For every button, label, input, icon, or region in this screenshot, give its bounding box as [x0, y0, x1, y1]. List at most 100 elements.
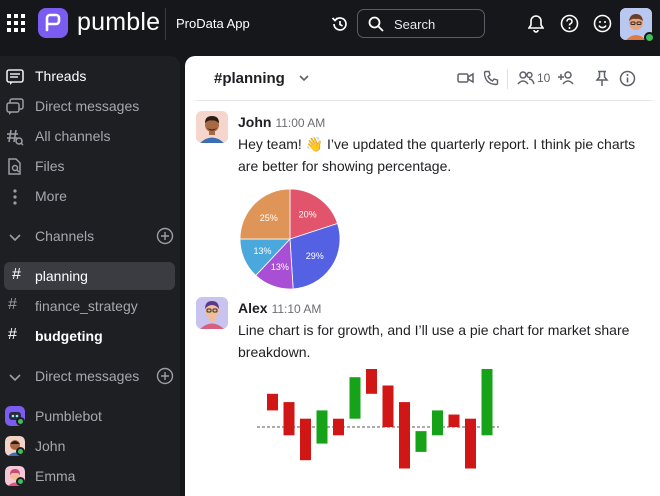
candle	[432, 410, 443, 436]
message-text: Hey team! 👋 I’ve updated the quarterly r…	[238, 136, 636, 174]
candle	[399, 402, 410, 469]
sidebar-item-more[interactable]: More	[0, 182, 180, 210]
channel-view: #planning 10 John 11:00 AM Hey team! 👋 I…	[185, 56, 660, 496]
author-name: John	[238, 114, 272, 130]
app-grid-icon[interactable]	[7, 14, 25, 32]
sidebar-item-all-channels[interactable]: All channels	[0, 122, 180, 150]
channels-section-header[interactable]: Channels	[0, 222, 180, 250]
add-member-icon[interactable]	[558, 70, 576, 86]
candle	[333, 418, 344, 436]
message-author[interactable]: Alex 11:10 AM	[238, 300, 321, 316]
files-icon	[8, 158, 21, 175]
top-bar: pumble ProData App Search	[0, 0, 660, 48]
dm-item-emma[interactable]: Emma	[0, 462, 180, 490]
channel-item-label: planning	[35, 268, 88, 284]
pie-chart: 20% 29% 13%13% 25%	[239, 188, 341, 290]
presence-online-dot	[644, 32, 655, 43]
chevron-down-icon[interactable]	[298, 73, 310, 83]
candle	[481, 368, 493, 436]
members-icon[interactable]	[517, 70, 535, 86]
channel-item-budgeting[interactable]: # budgeting	[0, 322, 180, 350]
candlestick-chart-attachment[interactable]	[255, 368, 505, 496]
candle	[415, 431, 427, 452]
emoji-status-icon[interactable]	[593, 14, 612, 33]
sidebar-item-label: Threads	[35, 68, 87, 84]
candle	[448, 414, 460, 427]
pie-slice-label: 25%	[260, 213, 278, 223]
channel-item-finance-strategy[interactable]: # finance_strategy	[0, 292, 180, 320]
sidebar: Threads Direct messages All channels Fil…	[0, 56, 180, 496]
user-avatar[interactable]	[620, 8, 655, 43]
channel-title-text: planning	[222, 70, 285, 87]
channels-section-label: Channels	[35, 228, 95, 244]
direct-messages-icon	[6, 98, 24, 115]
pin-icon[interactable]	[595, 70, 609, 87]
presence-online-dot	[16, 417, 25, 426]
pie-slice-label: 13%	[253, 246, 271, 256]
help-icon[interactable]	[560, 14, 579, 33]
channel-hash-icon: #	[12, 266, 21, 283]
dm-item-label: John	[35, 438, 66, 454]
search-placeholder: Search	[394, 17, 436, 32]
more-icon	[13, 189, 17, 205]
presence-online-dot	[16, 477, 25, 486]
workspace-name[interactable]: ProData App	[176, 16, 250, 31]
message-timestamp: 11:00 AM	[275, 116, 326, 130]
pie-slice-label: 20%	[299, 210, 317, 220]
sidebar-item-direct-messages[interactable]: Direct messages	[0, 92, 180, 120]
candle	[300, 418, 311, 461]
candle	[366, 368, 377, 394]
dm-item-label: Emma	[35, 468, 76, 484]
sidebar-item-label: Direct messages	[35, 98, 140, 114]
phone-call-icon[interactable]	[483, 70, 499, 86]
all-channels-icon	[7, 129, 24, 146]
sidebar-item-threads[interactable]: Threads	[0, 62, 180, 90]
channel-item-label: budgeting	[35, 328, 103, 344]
notifications-bell-icon[interactable]	[528, 14, 544, 33]
candlestick-chart	[257, 368, 499, 469]
channel-hash-icon: #	[8, 296, 17, 313]
message-timestamp: 11:10 AM	[271, 302, 322, 316]
pumble-logo-icon	[38, 8, 68, 38]
alex-avatar[interactable]	[196, 297, 228, 329]
author-name: Alex	[238, 300, 268, 316]
presence-online-dot	[16, 447, 25, 456]
sidebar-item-label: Files	[35, 158, 65, 174]
channel-header: #planning 10	[185, 56, 660, 101]
dm-section-label: Direct messages	[35, 368, 140, 384]
channel-item-planning[interactable]: # planning	[4, 262, 175, 290]
message-text: Line chart is for growth, and I’ll use a…	[238, 322, 630, 360]
add-direct-message-icon[interactable]	[156, 367, 174, 385]
search-icon	[368, 16, 384, 32]
pie-chart-attachment[interactable]: 20% 29% 13% 13% 25%	[238, 187, 342, 296]
candle	[465, 418, 476, 469]
video-call-icon[interactable]	[457, 70, 474, 86]
john-avatar[interactable]	[196, 111, 228, 143]
threads-icon	[6, 69, 24, 85]
header-divider	[507, 69, 508, 89]
candle	[349, 377, 361, 419]
pie-slice-label: 13%	[271, 262, 289, 272]
info-icon[interactable]	[619, 70, 636, 87]
brand-name: pumble	[77, 8, 161, 36]
candle	[382, 385, 394, 427]
candle	[316, 410, 328, 444]
dm-item-john[interactable]: John	[0, 432, 180, 460]
pie-slice-label: 29%	[306, 251, 324, 261]
search-input[interactable]: Search	[357, 9, 485, 38]
message-author[interactable]: John 11:00 AM	[238, 114, 325, 130]
dm-section-header[interactable]: Direct messages	[0, 362, 180, 390]
chevron-down-icon	[9, 234, 21, 242]
candle	[283, 402, 295, 436]
channel-title[interactable]: #planning	[214, 70, 285, 87]
history-icon[interactable]	[331, 15, 349, 33]
candle	[267, 393, 278, 411]
topbar-divider	[165, 8, 166, 40]
member-count[interactable]: 10	[537, 71, 550, 85]
sidebar-item-files[interactable]: Files	[0, 152, 180, 180]
header-separator	[195, 100, 653, 101]
sidebar-item-label: All channels	[35, 128, 111, 144]
dm-item-pumblebot[interactable]: Pumblebot	[0, 402, 180, 430]
dm-item-label: Pumblebot	[35, 408, 102, 424]
add-channel-icon[interactable]	[156, 227, 174, 245]
